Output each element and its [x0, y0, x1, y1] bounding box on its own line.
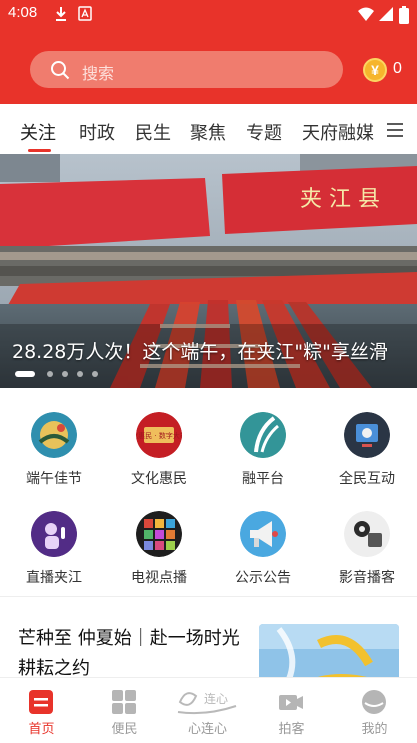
nav-label: 拍客: [278, 722, 305, 737]
tab-focus[interactable]: 聚焦: [190, 119, 226, 145]
app-header: 4:08 搜索 ¥ 0: [0, 0, 417, 104]
grid-label: 直播夹江: [26, 570, 82, 586]
svg-text:文化惠民 · 数字大礼包: 文化惠民 · 数字大礼包: [136, 431, 182, 440]
status-bar: 4:08: [0, 0, 417, 30]
tab-politics[interactable]: 时政: [79, 119, 115, 145]
nav-video[interactable]: 拍客: [250, 678, 333, 743]
nav-heart-link[interactable]: 连心 心连心: [166, 678, 249, 743]
heart-link-icon: 连心: [177, 691, 237, 715]
app-notification-icon: [78, 6, 92, 21]
banner-sign-text: 夹 江 县: [300, 187, 380, 212]
tab-follow[interactable]: 关注: [20, 119, 56, 145]
carousel-dot[interactable]: [15, 371, 35, 377]
nav-label: 我的: [361, 722, 388, 737]
carousel-dot[interactable]: [92, 371, 98, 377]
grid-item-culture[interactable]: 文化惠民 · 数字大礼包 文化惠民: [107, 412, 211, 488]
grid-item-podcast[interactable]: 影音播客: [315, 511, 417, 587]
nav-label: 心连心: [187, 722, 227, 737]
grid-label: 公示公告: [235, 570, 291, 586]
nav-label: 便民: [111, 722, 138, 737]
carousel-dot[interactable]: [62, 371, 68, 377]
grid-item-platform[interactable]: 融平台: [211, 412, 315, 488]
news-thumbnail[interactable]: [259, 624, 399, 684]
nav-services[interactable]: 便民: [83, 678, 166, 743]
tab-livelihood[interactable]: 民生: [135, 119, 171, 145]
bottom-navigation: 首页 便民 连心 心连心 拍客 我的: [0, 677, 417, 743]
culture-gift-icon: 文化惠民 · 数字大礼包: [136, 412, 182, 458]
news-title[interactable]: 芒种至 仲夏始｜赴一场时光耕耘之约: [18, 624, 243, 684]
search-icon: [51, 61, 70, 80]
coin-icon[interactable]: ¥: [363, 58, 387, 82]
category-tabs: 关注 时政 民生 聚焦 专题 天府融媒: [0, 104, 417, 154]
home-icon: [29, 690, 53, 714]
grid-item-tv[interactable]: 电视点播: [107, 511, 211, 587]
tv-on-demand-icon: [136, 511, 182, 557]
battery-icon: [399, 6, 409, 24]
menu-icon[interactable]: [387, 123, 403, 137]
banner-carousel[interactable]: 夹 江 县 28.28万人次！这个端午，在夹江"粽"享丝滑: [0, 154, 417, 388]
megaphone-icon: [240, 511, 286, 557]
services-grid-icon: [112, 690, 136, 714]
grid-item-interaction[interactable]: 全民互动: [315, 412, 417, 488]
coin-count: 0: [393, 60, 402, 77]
interaction-icon: [344, 412, 390, 458]
grid-label: 电视点播: [131, 570, 187, 586]
svg-text:连心: 连心: [204, 691, 228, 706]
nav-profile[interactable]: 我的: [333, 678, 416, 743]
grid-item-dragon-boat[interactable]: 端午佳节: [2, 412, 106, 488]
video-camera-icon: [279, 695, 303, 710]
grid-label: 文化惠民: [131, 471, 187, 487]
leaf-platform-icon: [240, 412, 286, 458]
grid-label: 全民互动: [339, 471, 395, 487]
grid-label: 融平台: [242, 471, 284, 487]
nav-label: 首页: [28, 722, 55, 737]
grid-label: 影音播客: [339, 570, 395, 586]
dragon-boat-icon: [31, 412, 77, 458]
search-bar[interactable]: 搜索: [30, 51, 343, 88]
wifi-icon: [358, 7, 374, 21]
banner-caption: 28.28万人次！这个端午，在夹江"粽"享丝滑: [12, 341, 388, 363]
grid-label: 端午佳节: [26, 471, 82, 487]
active-tab-indicator: [28, 149, 51, 152]
signal-icon: [379, 7, 393, 21]
live-broadcast-icon: [31, 511, 77, 557]
carousel-dot[interactable]: [47, 371, 53, 377]
tab-tianfu-media[interactable]: 天府融媒: [302, 119, 374, 145]
status-time: 4:08: [8, 4, 38, 21]
download-icon: [56, 7, 66, 21]
podcast-icon: [344, 511, 390, 557]
grid-item-live[interactable]: 直播夹江: [2, 511, 106, 587]
search-placeholder: 搜索: [82, 64, 115, 83]
section-divider: [0, 596, 417, 597]
carousel-dot[interactable]: [77, 371, 83, 377]
grid-item-announcement[interactable]: 公示公告: [211, 511, 315, 587]
tab-special[interactable]: 专题: [246, 119, 282, 145]
nav-home[interactable]: 首页: [0, 678, 83, 743]
profile-icon: [362, 690, 386, 714]
